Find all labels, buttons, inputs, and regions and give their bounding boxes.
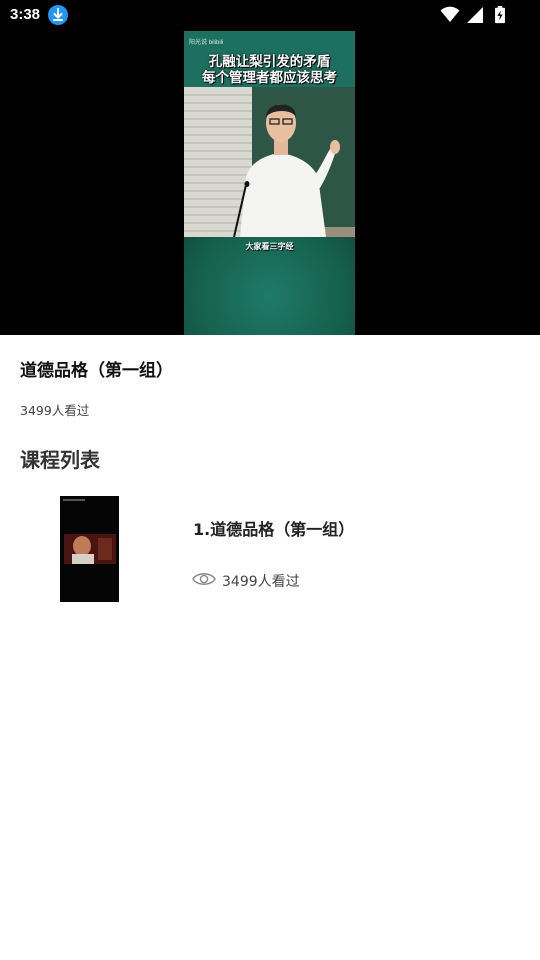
video-frame[interactable]: 阳光说 bilibili 孔融让梨引发的矛盾 每个管理者都应该思考 大家看三字经 (184, 31, 355, 335)
status-bar: 3:38 (0, 0, 540, 30)
video-title-line-1: 孔融让梨引发的矛盾 (208, 54, 331, 70)
wifi-icon (440, 6, 460, 22)
status-time: 3:38 (10, 6, 41, 23)
eye-icon (192, 573, 216, 585)
course-title: 道德品格（第一组） (20, 361, 173, 381)
video-scene-image (184, 87, 355, 237)
lesson-thumbnail[interactable] (60, 496, 119, 602)
battery-charging-icon (495, 6, 505, 24)
lesson-view-count: 3499人看过 (222, 574, 300, 590)
lesson-list-item[interactable]: 1.道德品格（第一组） 3499人看过 (0, 488, 540, 610)
video-brand-watermark: 阳光说 bilibili (189, 40, 224, 46)
video-player[interactable]: 阳光说 bilibili 孔融让梨引发的矛盾 每个管理者都应该思考 大家看三字经 (0, 30, 540, 335)
lesson-list-header: 课程列表 (20, 448, 100, 472)
lesson-title[interactable]: 1.道德品格（第一组） (193, 516, 354, 540)
video-title-line-2: 每个管理者都应该思考 (202, 70, 337, 86)
video-caption: 大家看三字经 (245, 242, 294, 251)
cellular-signal-icon (467, 7, 483, 23)
download-notification-icon (48, 5, 68, 25)
course-view-count: 3499人看过 (20, 403, 90, 418)
